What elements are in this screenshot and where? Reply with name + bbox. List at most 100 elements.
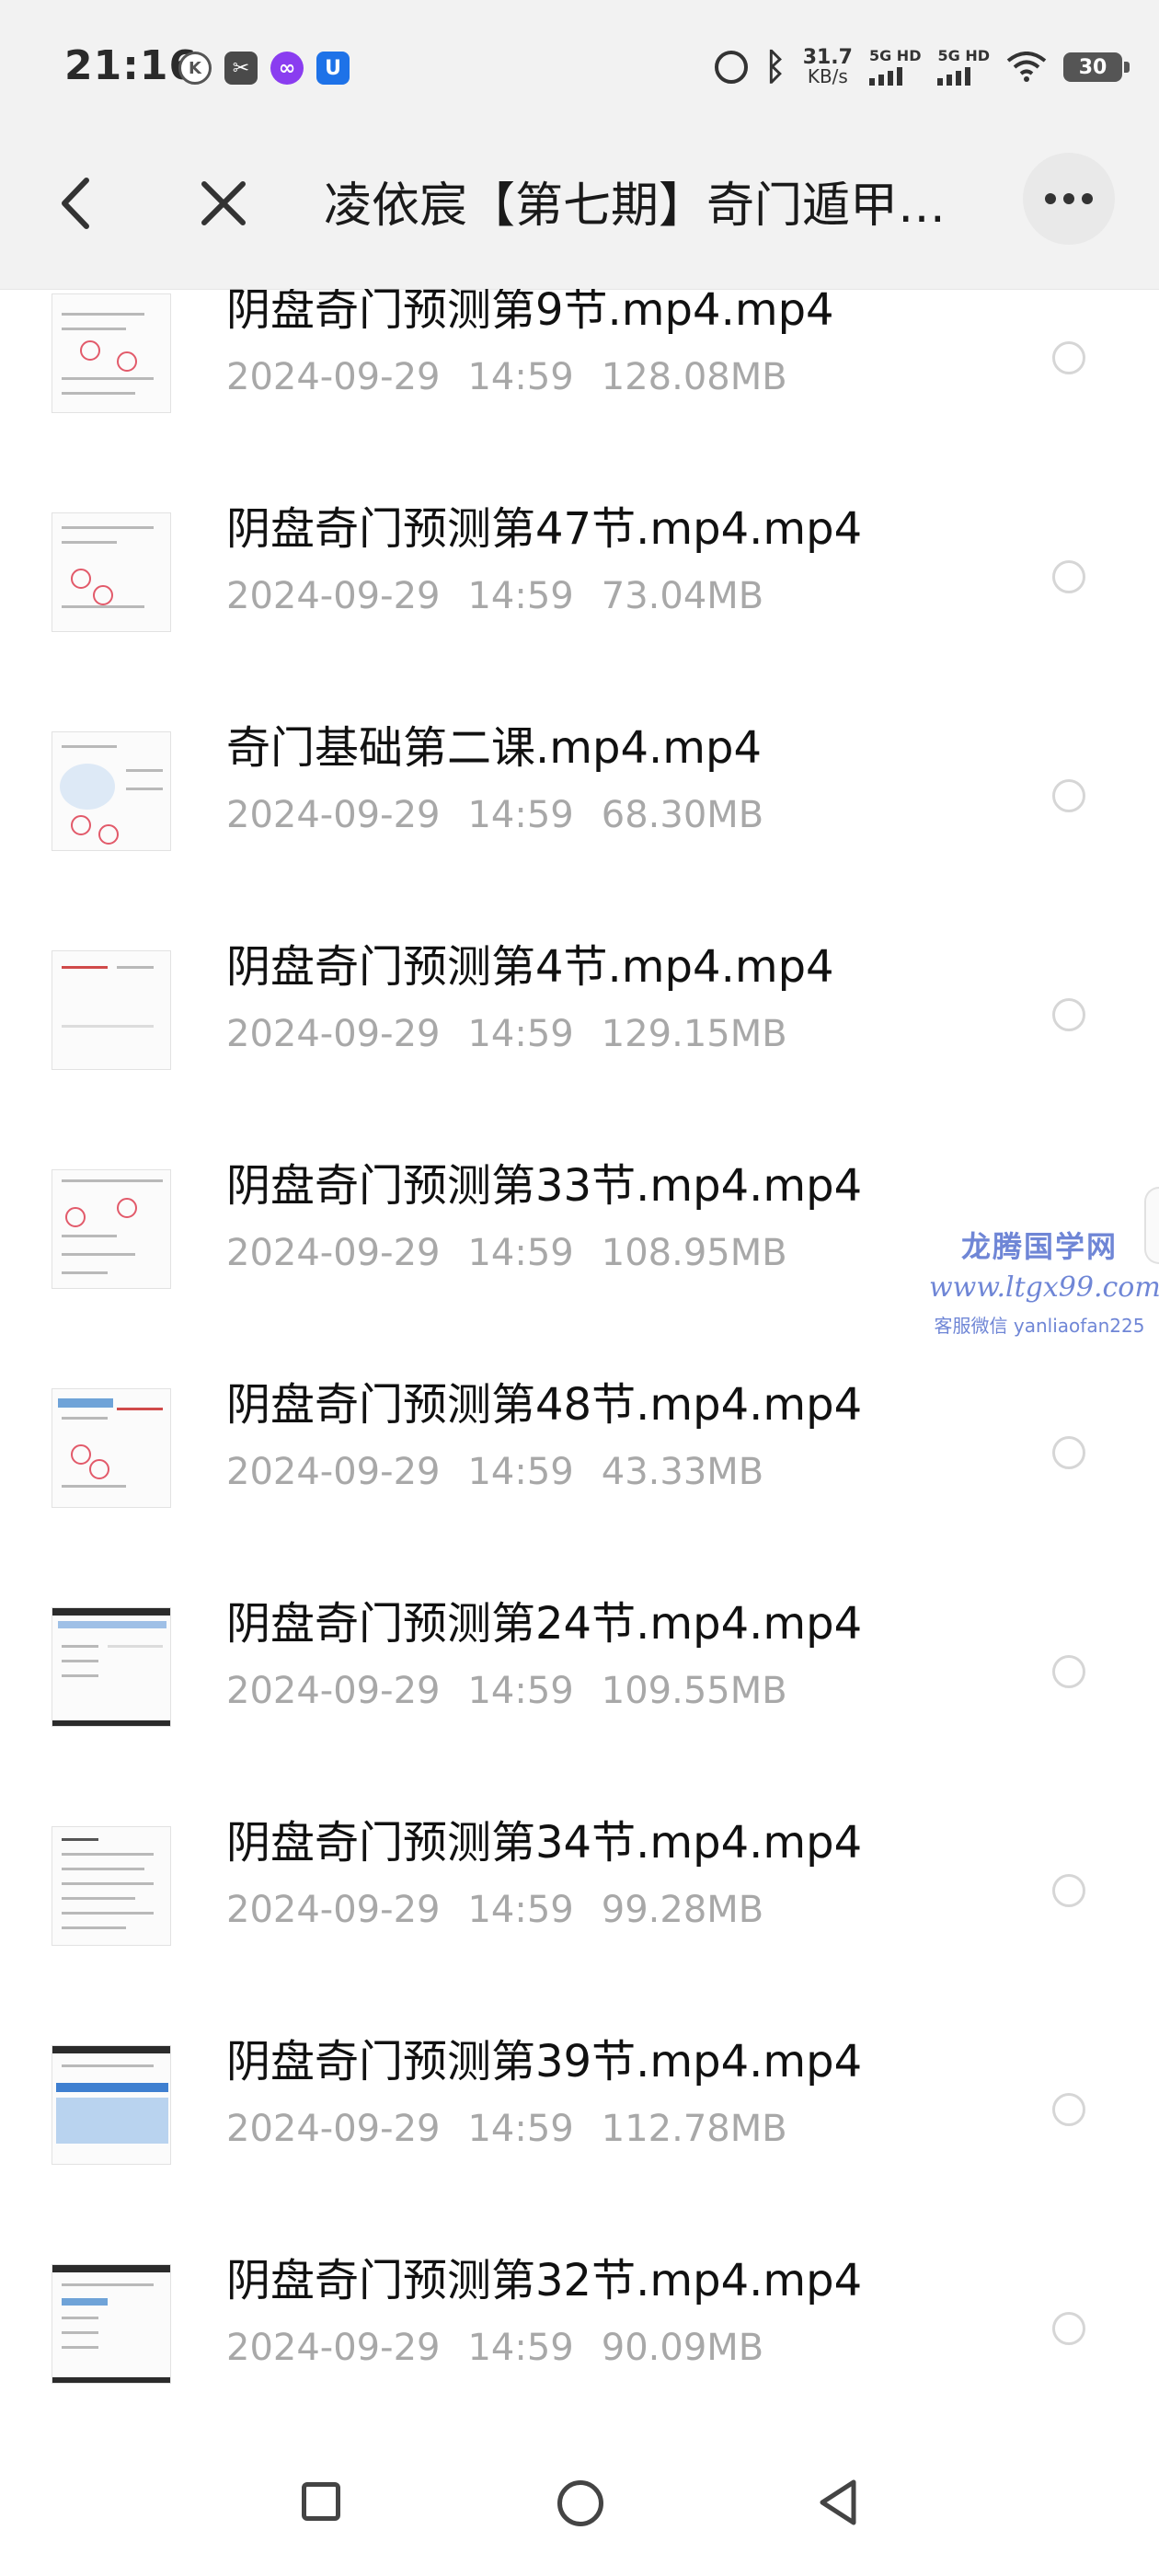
notification-icons: K ✂ ∞ U bbox=[178, 52, 350, 85]
battery-icon: 30 bbox=[1063, 52, 1130, 82]
file-row[interactable]: 阴盘奇门预测第9节.mp4.mp4 2024-09-29 14:59 128.08M… bbox=[0, 289, 1159, 476]
bluetooth-icon: ᛒ bbox=[763, 46, 786, 88]
more-horizontal-icon bbox=[1045, 193, 1056, 204]
file-size: 90.09MB bbox=[601, 2327, 764, 2369]
file-date: 2024-09-29 bbox=[226, 1451, 441, 1493]
chevron-left-icon bbox=[62, 178, 89, 229]
video-thumbnail bbox=[52, 1169, 171, 1289]
file-time: 14:59 bbox=[467, 1889, 574, 1931]
file-name: 阴盘奇门预测第9节.mp4.mp4 bbox=[226, 289, 834, 336]
home-button[interactable] bbox=[557, 2480, 603, 2526]
watermark-url: www.ltgx99.com bbox=[929, 1271, 1159, 1304]
video-thumbnail bbox=[52, 950, 171, 1070]
file-time: 14:59 bbox=[467, 794, 574, 836]
file-size: 108.95MB bbox=[601, 1232, 787, 1274]
video-thumbnail bbox=[52, 731, 171, 851]
file-date: 2024-09-29 bbox=[226, 356, 441, 398]
select-radio[interactable] bbox=[1052, 2312, 1085, 2345]
page: 21:16 K ✂ ∞ U ᛒ 31.7 KB/s 5G HD 5G HD 30… bbox=[0, 0, 1159, 2576]
close-button[interactable] bbox=[193, 171, 254, 236]
file-row[interactable]: 阴盘奇门预测第47节.mp4.mp4 2024-09-29 14:59 73.04M… bbox=[0, 476, 1159, 695]
file-time: 14:59 bbox=[467, 1013, 574, 1055]
back-button[interactable] bbox=[48, 171, 103, 236]
network-speed: 31.7 KB/s bbox=[803, 48, 853, 87]
select-radio[interactable] bbox=[1052, 2093, 1085, 2126]
sim2-label: 5G HD bbox=[937, 47, 990, 64]
scissors-icon: ✂ bbox=[224, 52, 258, 85]
file-meta: 2024-09-29 14:59 112.78MB bbox=[226, 2106, 815, 2152]
file-row[interactable]: 阴盘奇门预测第34节.mp4.mp4 2024-09-29 14:59 99.28M… bbox=[0, 1789, 1159, 2008]
file-name: 阴盘奇门预测第24节.mp4.mp4 bbox=[226, 1598, 863, 1650]
file-row[interactable]: 阴盘奇门预测第39节.mp4.mp4 2024-09-29 14:59 112.78… bbox=[0, 2008, 1159, 2227]
sim1-signal: 5G HD bbox=[868, 47, 922, 86]
video-thumbnail bbox=[52, 1388, 171, 1508]
speed-unit: KB/s bbox=[807, 65, 848, 87]
file-name: 阴盘奇门预测第4节.mp4.mp4 bbox=[226, 941, 834, 993]
video-thumbnail bbox=[52, 1607, 171, 1727]
file-name: 阴盘奇门预测第33节.mp4.mp4 bbox=[226, 1160, 863, 1212]
file-time: 14:59 bbox=[467, 575, 574, 617]
video-thumbnail bbox=[52, 2045, 171, 2165]
video-thumbnail bbox=[52, 1826, 171, 1946]
watermark-contact: 客服微信 yanliaofan225 bbox=[934, 1315, 1145, 1337]
file-date: 2024-09-29 bbox=[226, 1232, 441, 1274]
more-button[interactable] bbox=[1023, 153, 1115, 245]
file-size: 68.30MB bbox=[601, 794, 764, 836]
page-title: 凌依宸【第七期】奇门遁甲… bbox=[324, 178, 947, 234]
shield-icon: U bbox=[316, 52, 350, 85]
file-date: 2024-09-29 bbox=[226, 1670, 441, 1712]
file-meta: 2024-09-29 14:59 90.09MB bbox=[226, 2325, 791, 2371]
select-radio[interactable] bbox=[1052, 1436, 1085, 1469]
file-row[interactable]: 阴盘奇门预测第48节.mp4.mp4 2024-09-29 14:59 43.33M… bbox=[0, 1351, 1159, 1570]
file-name: 阴盘奇门预测第48节.mp4.mp4 bbox=[226, 1379, 863, 1431]
file-date: 2024-09-29 bbox=[226, 1013, 441, 1055]
link-icon: ∞ bbox=[270, 52, 304, 85]
select-radio[interactable] bbox=[1052, 998, 1085, 1031]
file-size: 99.28MB bbox=[601, 1889, 764, 1931]
select-radio[interactable] bbox=[1052, 560, 1085, 593]
file-time: 14:59 bbox=[467, 1670, 574, 1712]
video-thumbnail bbox=[52, 512, 171, 632]
file-size: 128.08MB bbox=[601, 356, 787, 398]
file-meta: 2024-09-29 14:59 99.28MB bbox=[226, 1887, 791, 1933]
sim1-label: 5G HD bbox=[868, 47, 922, 64]
file-row[interactable]: 阴盘奇门预测第4节.mp4.mp4 2024-09-29 14:59 129.15M… bbox=[0, 914, 1159, 1133]
system-back-button[interactable] bbox=[813, 2477, 865, 2528]
select-radio[interactable] bbox=[1052, 341, 1085, 374]
video-thumbnail bbox=[52, 293, 171, 413]
file-meta: 2024-09-29 14:59 43.33MB bbox=[226, 1449, 791, 1495]
signal-bars-icon bbox=[937, 67, 971, 86]
file-size: 129.15MB bbox=[601, 1013, 787, 1055]
file-row[interactable]: 奇门基础第二课.mp4.mp4 2024-09-29 14:59 68.30MB bbox=[0, 695, 1159, 914]
file-date: 2024-09-29 bbox=[226, 1889, 441, 1931]
file-time: 14:59 bbox=[467, 2108, 574, 2150]
file-size: 73.04MB bbox=[601, 575, 764, 617]
wifi-icon bbox=[1006, 52, 1047, 83]
file-name: 奇门基础第二课.mp4.mp4 bbox=[226, 722, 763, 774]
system-navigation-bar bbox=[0, 2425, 1159, 2576]
video-thumbnail bbox=[52, 2264, 171, 2384]
select-radio[interactable] bbox=[1052, 1655, 1085, 1688]
file-size: 43.33MB bbox=[601, 1451, 764, 1493]
recents-button[interactable] bbox=[302, 2482, 340, 2521]
select-radio[interactable] bbox=[1052, 779, 1085, 812]
close-icon bbox=[201, 181, 246, 225]
file-name: 阴盘奇门预测第32节.mp4.mp4 bbox=[226, 2255, 863, 2306]
file-time: 14:59 bbox=[467, 1232, 574, 1274]
file-name: 阴盘奇门预测第34节.mp4.mp4 bbox=[226, 1817, 863, 1869]
k-circle-icon: K bbox=[178, 52, 212, 85]
file-size: 109.55MB bbox=[601, 1670, 787, 1712]
file-list: 阴盘奇门预测第9节.mp4.mp4 2024-09-29 14:59 128.08M… bbox=[0, 289, 1159, 2423]
file-meta: 2024-09-29 14:59 68.30MB bbox=[226, 792, 791, 838]
select-radio[interactable] bbox=[1052, 1874, 1085, 1907]
file-row[interactable]: 阴盘奇门预测第32节.mp4.mp4 2024-09-29 14:59 90.09M… bbox=[0, 2227, 1159, 2423]
file-meta: 2024-09-29 14:59 73.04MB bbox=[226, 573, 791, 619]
file-row[interactable]: 阴盘奇门预测第24节.mp4.mp4 2024-09-29 14:59 109.55… bbox=[0, 1570, 1159, 1789]
file-meta: 2024-09-29 14:59 128.08MB bbox=[226, 354, 815, 400]
file-date: 2024-09-29 bbox=[226, 2108, 441, 2150]
triangle-back-icon bbox=[820, 2479, 856, 2525]
file-name: 阴盘奇门预测第39节.mp4.mp4 bbox=[226, 2036, 863, 2087]
watermark-title: 龙腾国学网 bbox=[960, 1229, 1118, 1264]
file-time: 14:59 bbox=[467, 1451, 574, 1493]
file-date: 2024-09-29 bbox=[226, 575, 441, 617]
